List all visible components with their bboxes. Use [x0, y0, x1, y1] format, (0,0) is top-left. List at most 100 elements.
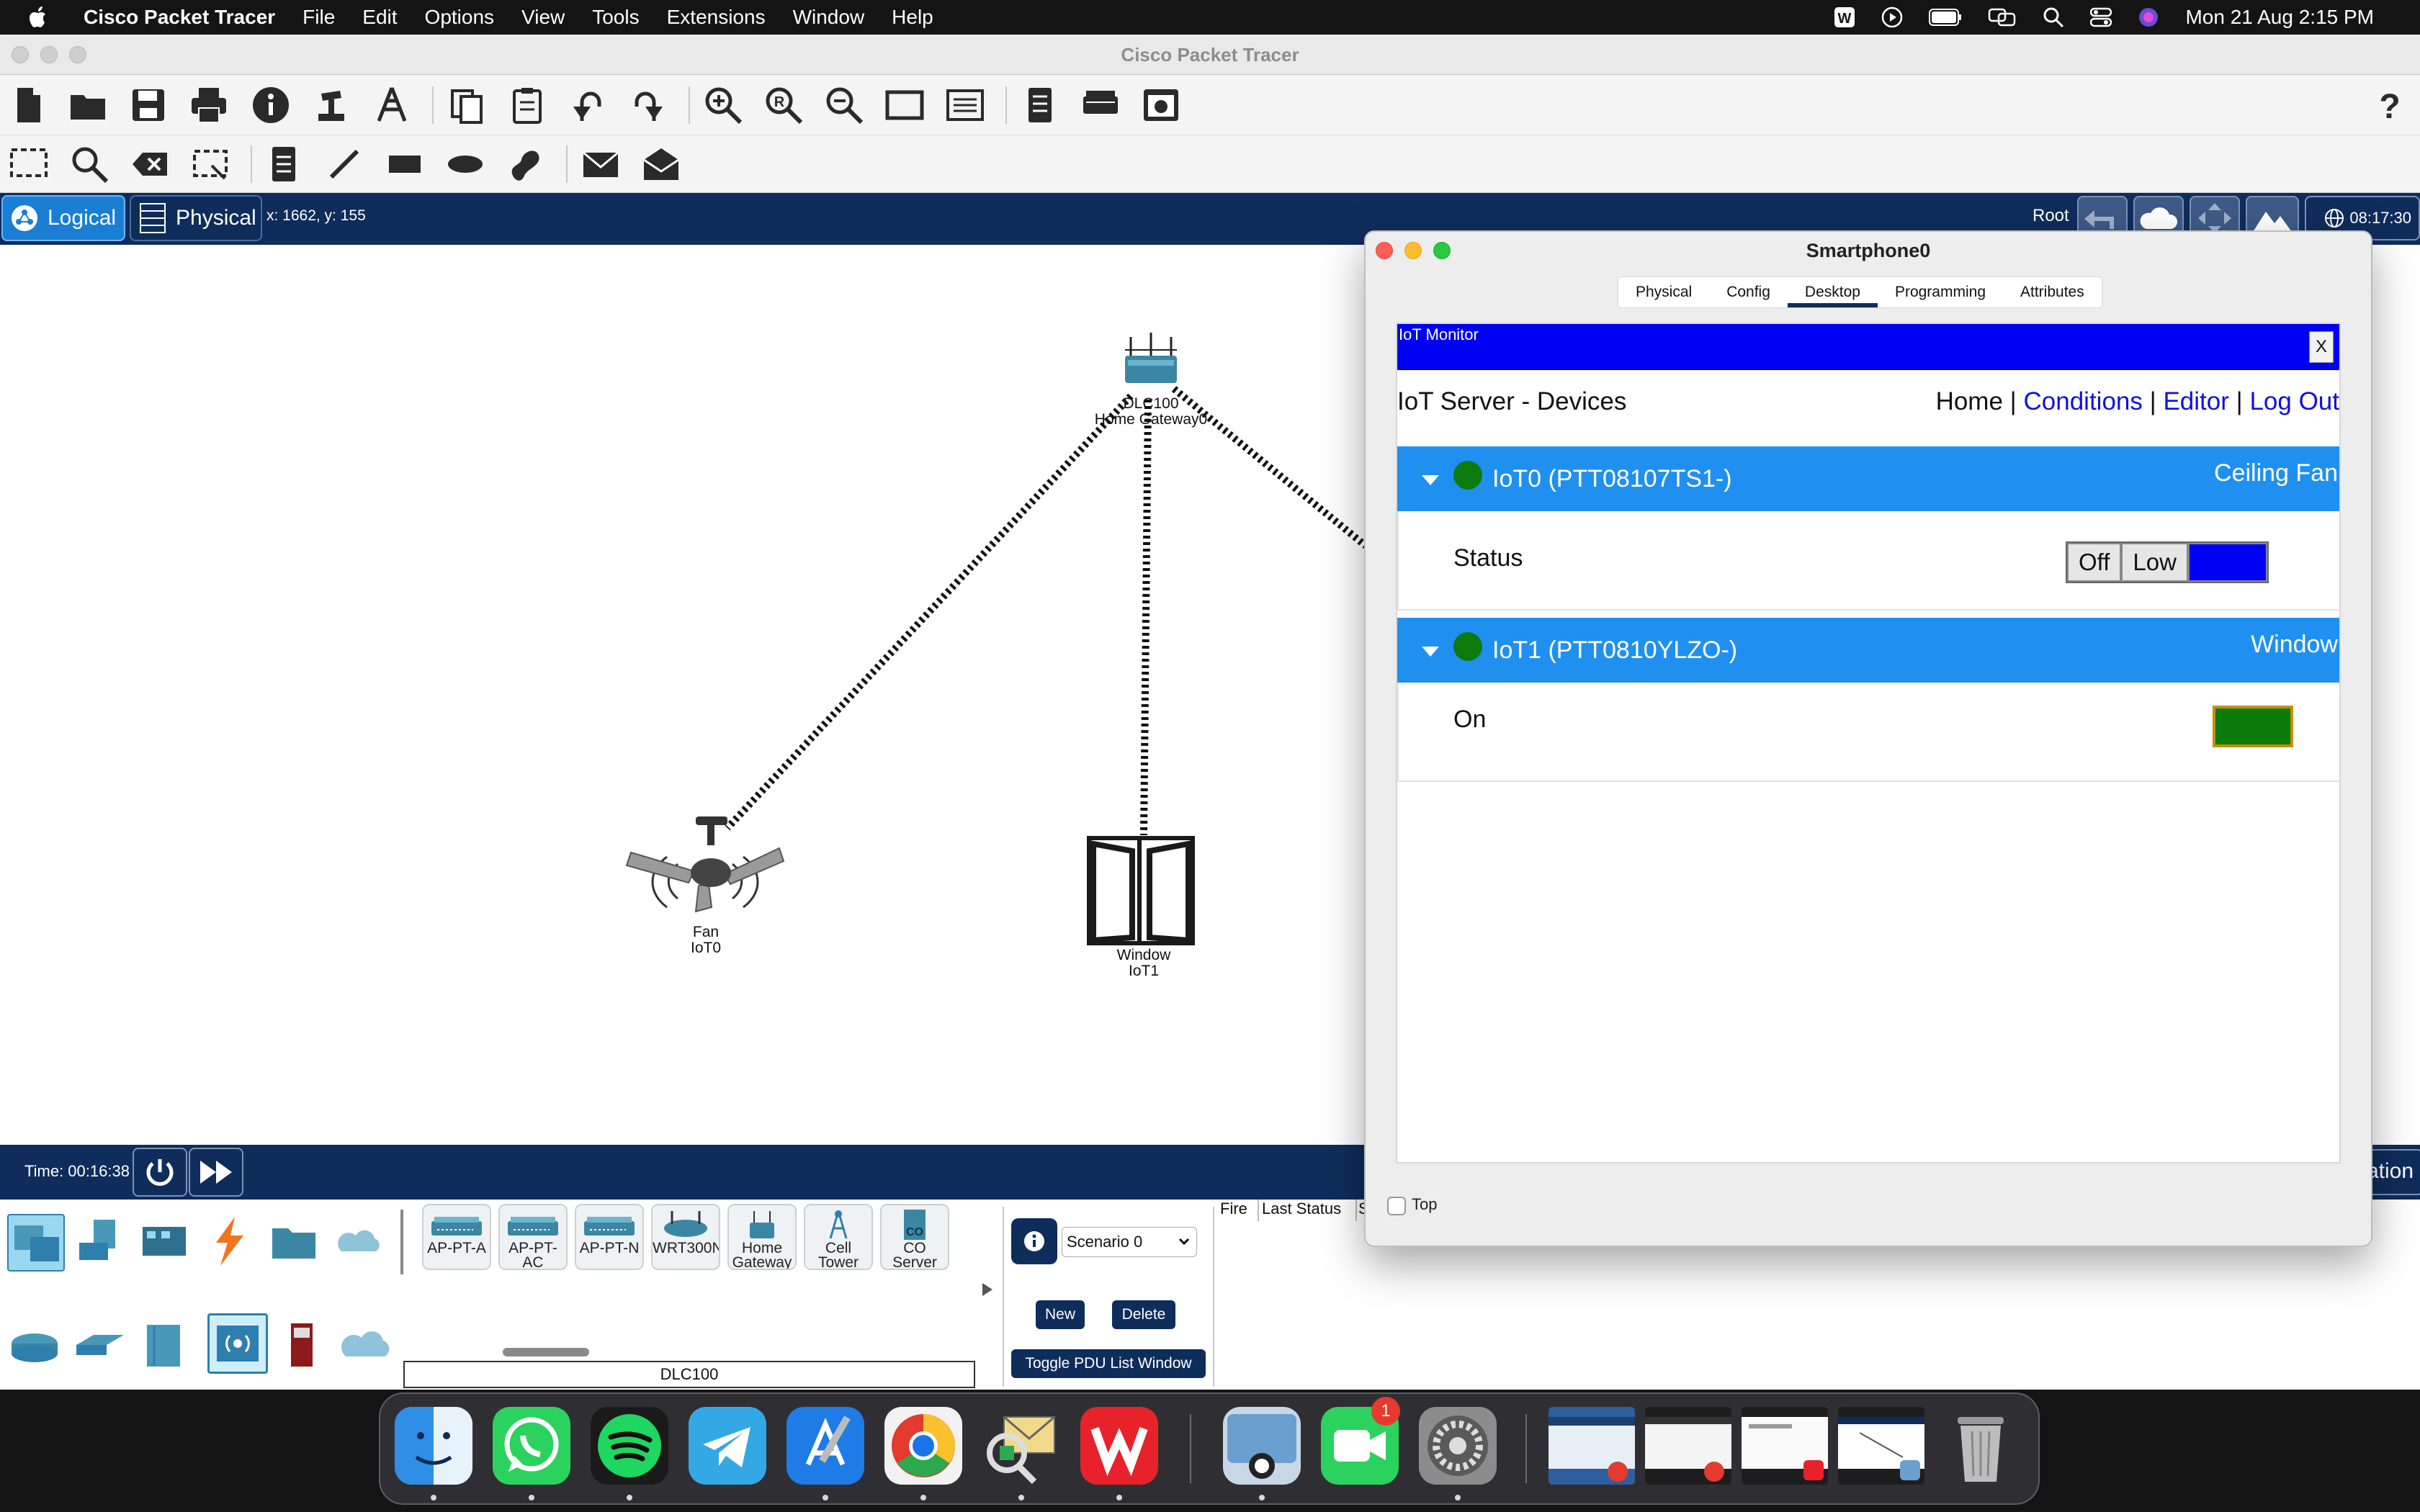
- new-scenario-button[interactable]: New: [1036, 1300, 1085, 1329]
- multiuser-category-icon[interactable]: [331, 1214, 389, 1272]
- wps-icon[interactable]: [1080, 1407, 1158, 1485]
- app-menu[interactable]: Cisco Packet Tracer: [84, 6, 275, 29]
- security-subcategory-icon[interactable]: [274, 1318, 331, 1375]
- tab-physical[interactable]: Physical: [1618, 277, 1709, 307]
- menu-window[interactable]: Window: [793, 6, 865, 29]
- whatsapp-icon[interactable]: [493, 1407, 570, 1485]
- device-list-scrollbar[interactable]: [503, 1348, 589, 1356]
- tab-programming[interactable]: Programming: [1878, 277, 2003, 307]
- play-status-icon[interactable]: [1881, 6, 1903, 28]
- menu-extensions[interactable]: Extensions: [667, 6, 766, 29]
- hubs-subcategory-icon[interactable]: [137, 1318, 194, 1375]
- minimized-window-thumbnail[interactable]: [1549, 1407, 1635, 1485]
- battery-icon[interactable]: [1929, 8, 1962, 27]
- zoom-reset-icon[interactable]: R: [763, 85, 804, 125]
- home-gateway-icon[interactable]: [1121, 331, 1183, 389]
- device-header-iot0[interactable]: IoT0 (PTT08107TS1-) Ceiling Fan: [1397, 446, 2339, 511]
- fan-status-high[interactable]: High: [2187, 543, 2267, 582]
- minimized-window-thumbnail[interactable]: [1645, 1407, 1731, 1485]
- connections-category-icon[interactable]: [202, 1214, 259, 1272]
- chrome-icon[interactable]: [884, 1407, 962, 1485]
- window-device-icon[interactable]: [1083, 834, 1198, 946]
- device-ap-pt-ac[interactable]: AP-PT-AC: [498, 1204, 568, 1270]
- device-ap-pt-a[interactable]: AP-PT-A: [422, 1204, 491, 1270]
- network-info-icon[interactable]: [372, 85, 412, 125]
- print-icon[interactable]: [189, 85, 229, 125]
- zoom-in-icon[interactable]: [703, 85, 743, 125]
- draw-rectangle-icon[interactable]: [385, 144, 425, 184]
- scenario-info-icon[interactable]: [1011, 1218, 1057, 1264]
- copy-icon[interactable]: [447, 85, 487, 125]
- wps-status-icon[interactable]: W: [1834, 6, 1855, 28]
- place-note-icon[interactable]: [264, 144, 304, 184]
- nav-logout-link[interactable]: Log Out: [2249, 387, 2339, 415]
- expand-triangle-icon[interactable]: [1422, 475, 1439, 485]
- nav-conditions-link[interactable]: Conditions: [2024, 387, 2143, 415]
- wireless-devices-subcategory-icon[interactable]: [207, 1313, 268, 1374]
- siri-icon[interactable]: [2138, 6, 2159, 28]
- freeform-icon[interactable]: [506, 144, 546, 184]
- iot-monitor-close-button[interactable]: X: [2309, 331, 2334, 363]
- device-co-server[interactable]: CO CO Server: [880, 1204, 949, 1270]
- logical-mode-button[interactable]: Logical: [1, 195, 125, 241]
- expand-triangle-icon[interactable]: [1422, 647, 1439, 657]
- control-center-icon[interactable]: [2090, 6, 2112, 28]
- drawing-palette-icon[interactable]: [884, 85, 925, 125]
- apple-menu-icon[interactable]: [29, 6, 49, 29]
- add-simple-pdu-icon[interactable]: [581, 144, 621, 184]
- xcode-icon[interactable]: [786, 1407, 864, 1485]
- delete-scenario-button[interactable]: Delete: [1112, 1300, 1175, 1329]
- switches-subcategory-icon[interactable]: [72, 1318, 130, 1375]
- device-header-iot1[interactable]: IoT1 (PTT0810YLZO-) Window: [1397, 618, 2339, 683]
- paste-icon[interactable]: [507, 85, 547, 125]
- telegram-icon[interactable]: [689, 1407, 766, 1485]
- menu-tools[interactable]: Tools: [592, 6, 639, 29]
- delete-tool-icon[interactable]: [130, 144, 170, 184]
- components-category-icon[interactable]: [137, 1214, 194, 1272]
- menu-file[interactable]: File: [302, 6, 335, 29]
- menu-view[interactable]: View: [521, 6, 565, 29]
- ceiling-fan-icon[interactable]: [624, 814, 786, 922]
- routers-subcategory-icon[interactable]: [7, 1318, 65, 1375]
- toggle-pdu-list-button[interactable]: Toggle PDU List Window: [1011, 1349, 1206, 1378]
- menu-edit[interactable]: Edit: [362, 6, 397, 29]
- resize-tool-icon[interactable]: [190, 144, 230, 184]
- minimized-window-thumbnail[interactable]: [1742, 1407, 1828, 1485]
- open-folder-icon[interactable]: [68, 85, 108, 125]
- nav-editor-link[interactable]: Editor: [2163, 387, 2228, 415]
- notes-icon[interactable]: [1020, 85, 1060, 125]
- draw-line-icon[interactable]: [324, 144, 364, 184]
- collapse-panel-arrow-icon[interactable]: [980, 1279, 995, 1300]
- device-template-icon[interactable]: [1080, 85, 1121, 125]
- select-tool-icon[interactable]: [9, 144, 49, 184]
- trash-icon[interactable]: [1945, 1407, 2017, 1485]
- cloud-viewer-icon[interactable]: [1141, 85, 1181, 125]
- mail-icon[interactable]: [982, 1407, 1060, 1485]
- device-cell-tower[interactable]: Cell Tower: [804, 1204, 873, 1270]
- help-icon[interactable]: ?: [2370, 85, 2410, 125]
- device-ap-pt-n[interactable]: AP-PT-N: [575, 1204, 644, 1270]
- draw-ellipse-icon[interactable]: [445, 144, 485, 184]
- settings-icon[interactable]: [1419, 1407, 1497, 1485]
- network-devices-category-icon[interactable]: [7, 1214, 65, 1272]
- power-cycle-icon[interactable]: [133, 1148, 187, 1197]
- screen-mirroring-icon[interactable]: [1988, 7, 2017, 27]
- fan-status-off[interactable]: Off: [2067, 543, 2122, 582]
- window-zoom-button[interactable]: [69, 46, 86, 63]
- wan-emulation-subcategory-icon[interactable]: [339, 1318, 396, 1375]
- spotlight-search-icon[interactable]: [2043, 6, 2064, 28]
- tab-attributes[interactable]: Attributes: [2003, 277, 2102, 307]
- nav-home-link[interactable]: Home: [1936, 387, 2003, 415]
- fan-status-low[interactable]: Low: [2121, 543, 2188, 582]
- end-devices-category-icon[interactable]: [72, 1214, 130, 1272]
- custom-device-icon[interactable]: [311, 85, 351, 125]
- menubar-datetime[interactable]: Mon 21 Aug 2:15 PM: [2185, 6, 2374, 29]
- new-file-icon[interactable]: [9, 85, 49, 125]
- tab-config[interactable]: Config: [1709, 277, 1788, 307]
- tab-desktop[interactable]: Desktop: [1787, 277, 1878, 307]
- spotify-icon[interactable]: [591, 1407, 668, 1485]
- fast-forward-icon[interactable]: [189, 1148, 243, 1197]
- device-wrt300n[interactable]: WRT300N: [651, 1204, 720, 1270]
- zoom-out-icon[interactable]: [824, 85, 864, 125]
- window-minimize-button[interactable]: [40, 46, 58, 63]
